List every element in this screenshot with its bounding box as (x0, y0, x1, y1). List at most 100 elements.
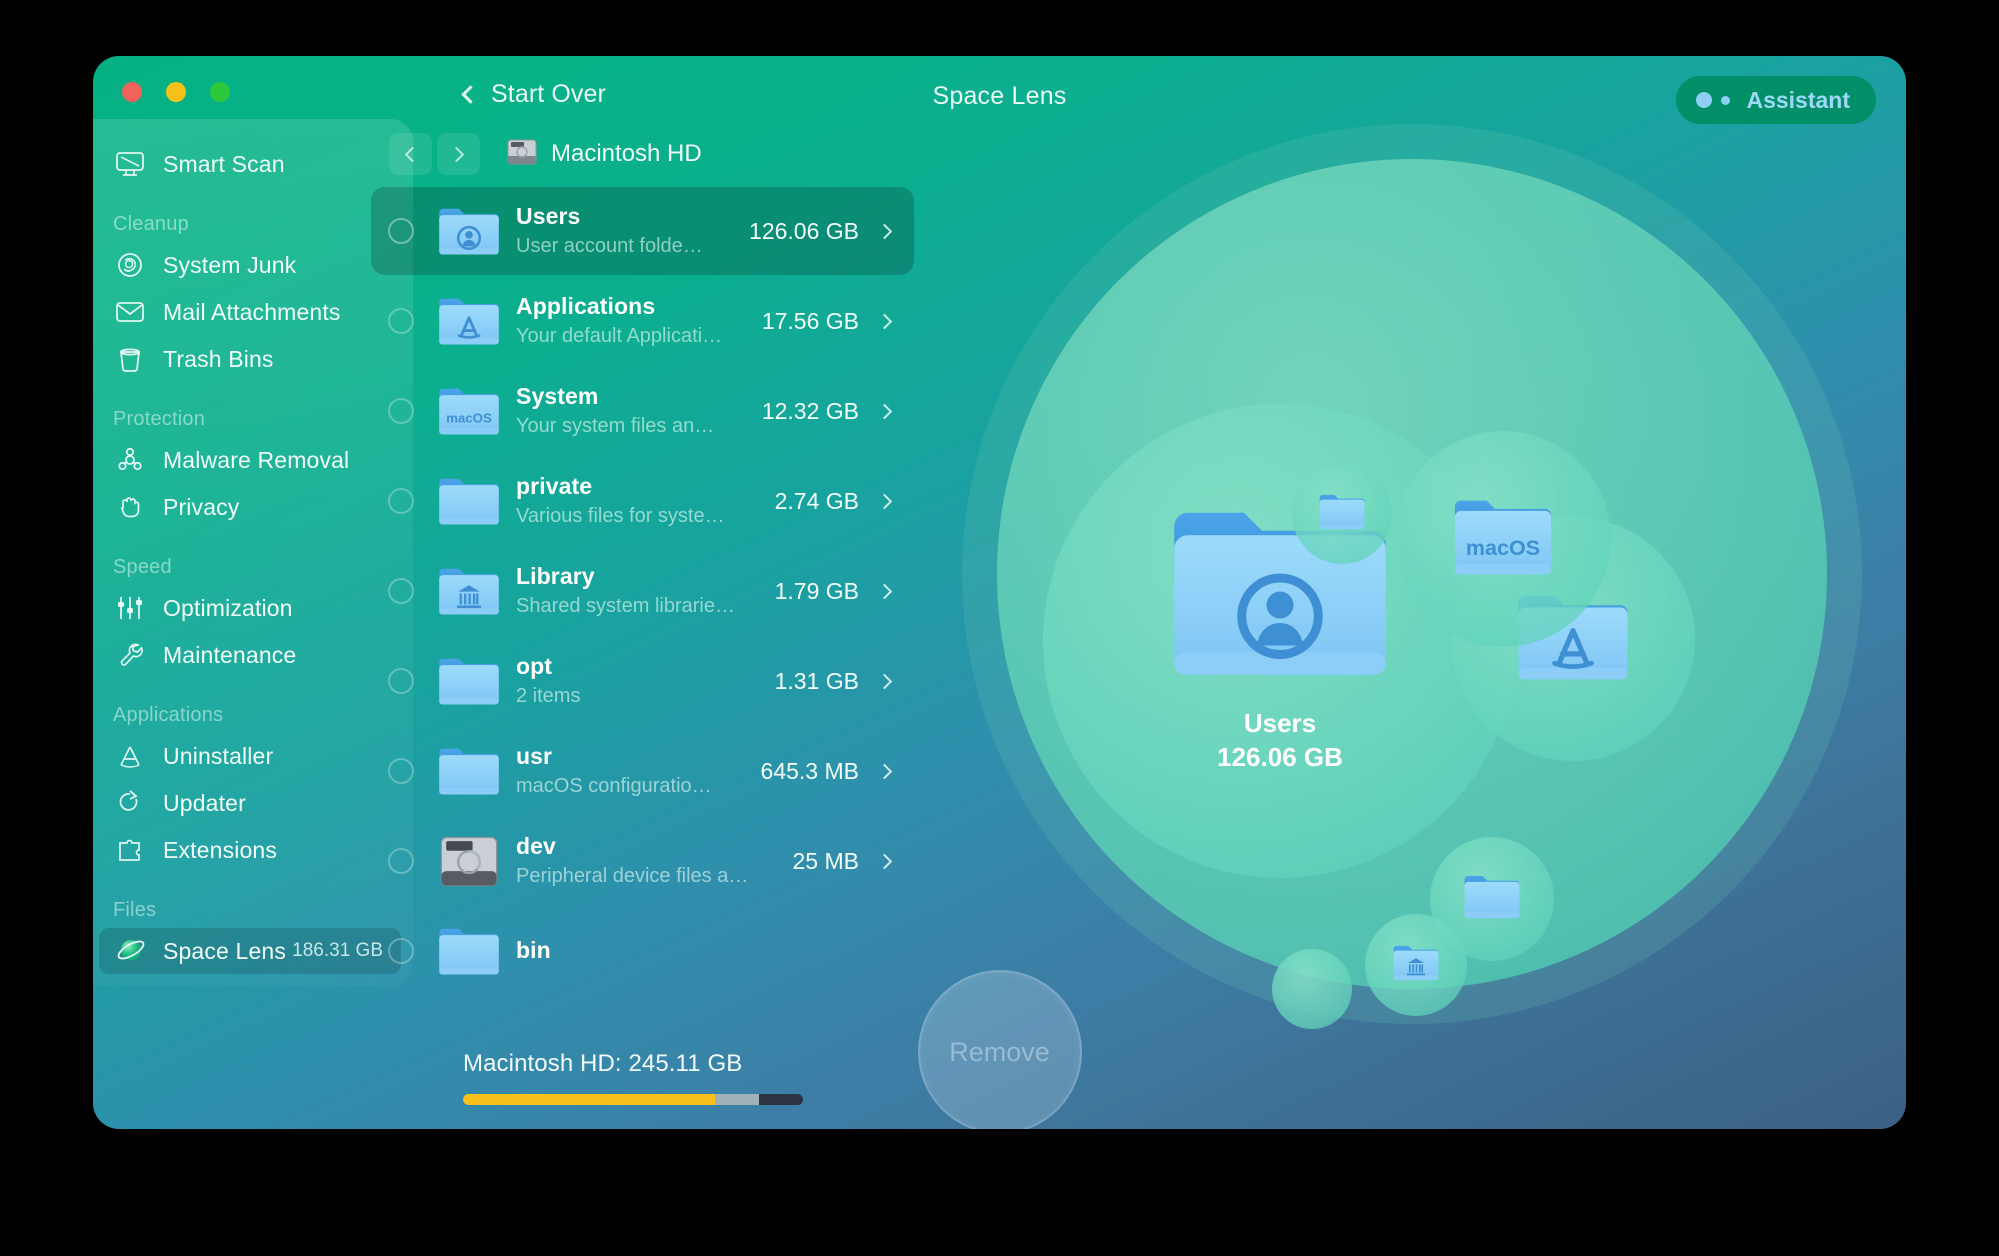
disk-usage-bar (463, 1094, 803, 1105)
appstore-icon (113, 741, 147, 771)
space-lens-bubble-chart: Users 126.06 GB macOS (919, 56, 1906, 1069)
chevron-right-icon[interactable] (876, 493, 893, 509)
start-over-button[interactable]: Start Over (461, 80, 606, 109)
row-select-radio[interactable] (388, 848, 414, 874)
disk-usage-other-segment (714, 1094, 759, 1105)
puzzle-icon (113, 835, 147, 865)
chevron-left-icon (404, 146, 421, 162)
bubble-opt[interactable] (1292, 464, 1392, 564)
folder-row-opt[interactable]: opt 2 items 1.31 GB (371, 637, 914, 725)
sidebar-item-large-old-files[interactable]: Large & Old Files (99, 975, 401, 987)
sidebar-item-maintenance[interactable]: Maintenance (99, 632, 401, 678)
sidebar-item-label: Extensions (163, 836, 278, 863)
row-select-radio[interactable] (388, 488, 414, 514)
hard-disk-icon (436, 835, 502, 888)
row-description: Various files for syste… (516, 504, 725, 527)
folder-row-private[interactable]: private Various files for syste… 2.74 GB (371, 457, 914, 545)
screenshot-root: Start Over Space Lens Assistant Smart Sc… (0, 0, 1999, 1256)
chevron-right-icon[interactable] (876, 403, 893, 419)
hard-disk-icon (507, 139, 537, 170)
sidebar-item-privacy[interactable]: Privacy (99, 484, 401, 530)
bubble-label-name: Users (1243, 708, 1317, 739)
chevron-right-icon[interactable] (876, 313, 893, 329)
chevron-right-icon[interactable] (876, 583, 893, 599)
folder-row-library[interactable]: Library Shared system librarie… 1.79 GB (371, 547, 914, 635)
planet-icon (113, 936, 147, 966)
chevron-right-icon[interactable] (876, 223, 893, 239)
sidebar-item-trash-bins[interactable]: Trash Bins (99, 336, 401, 382)
folder-user-icon (436, 205, 502, 257)
row-text: System Your system files an… (516, 382, 762, 440)
sidebar-item-label: Mail Attachments (163, 298, 341, 325)
row-name: opt (516, 653, 553, 680)
app-window: Start Over Space Lens Assistant Smart Sc… (93, 56, 1906, 1129)
folder-plain-icon (436, 475, 502, 527)
sidebar-item-label: Trash Bins (163, 345, 274, 372)
sliders-icon (113, 593, 147, 623)
sidebar-item-extensions[interactable]: Extensions (99, 827, 401, 873)
row-description: 2 items (516, 684, 581, 707)
sidebar-item-label: Space Lens (163, 937, 286, 964)
row-description: User account folde… (516, 234, 703, 257)
row-select-radio[interactable] (388, 308, 414, 334)
row-select-radio[interactable] (388, 398, 414, 424)
folder-row-usr[interactable]: usr macOS configuratio… 645.3 MB (371, 727, 914, 815)
minimize-button[interactable] (166, 82, 186, 102)
disk-usage-footer: Macintosh HD: 245.11 GB (463, 1050, 803, 1105)
folder-row-users[interactable]: Users User account folde… 126.06 GB (371, 187, 914, 275)
folder-row-bin[interactable]: bin (371, 907, 914, 995)
folder-row-applications[interactable]: Applications Your default Applicati… 17.56… (371, 277, 914, 365)
chevron-right-icon[interactable] (876, 763, 893, 779)
sidebar-item-updater[interactable]: Updater (99, 780, 401, 826)
row-text: Users User account folde… (516, 202, 749, 260)
row-select-radio[interactable] (388, 758, 414, 784)
close-button[interactable] (122, 82, 142, 102)
row-select-radio[interactable] (388, 218, 414, 244)
row-size: 126.06 GB (749, 217, 859, 244)
row-select-radio[interactable] (388, 938, 414, 964)
row-name: Library (516, 563, 595, 590)
row-size: 1.79 GB (774, 577, 859, 604)
bubble-library[interactable] (1365, 914, 1467, 1016)
sidebar-item-optimization[interactable]: Optimization (99, 585, 401, 631)
sidebar-item-uninstaller[interactable]: Uninstaller (99, 733, 401, 779)
row-text: Library Shared system librarie… (516, 562, 775, 620)
row-size: 645.3 MB (760, 757, 859, 784)
sidebar-item-label: System Junk (163, 251, 297, 278)
sidebar: Smart Scan Cleanup System Junk Mail Attachm… (93, 119, 413, 986)
chevron-left-icon (461, 85, 480, 104)
sidebar-item-label: Optimization (163, 594, 293, 621)
start-over-label: Start Over (491, 80, 606, 108)
bubble-usr[interactable] (1272, 949, 1352, 1029)
row-select-radio[interactable] (388, 668, 414, 694)
breadcrumb: Macintosh HD (389, 131, 919, 177)
nav-forward-button[interactable] (437, 133, 480, 175)
chevron-right-icon (448, 146, 465, 162)
row-select-radio[interactable] (388, 578, 414, 604)
row-text: private Various files for syste… (516, 472, 775, 530)
row-text: Applications Your default Applicati… (516, 292, 762, 350)
nav-back-button[interactable] (389, 133, 432, 175)
row-size: 25 MB (792, 847, 859, 874)
chevron-right-icon[interactable] (876, 853, 893, 869)
folder-row-system[interactable]: macOS System Your system files an… 12.32 GB (371, 367, 914, 455)
zoom-button[interactable] (210, 82, 230, 102)
chevron-right-icon[interactable] (876, 673, 893, 689)
sidebar-item-smart-scan[interactable]: Smart Scan (99, 141, 401, 187)
row-text: opt 2 items (516, 652, 775, 710)
row-text: usr macOS configuratio… (516, 742, 761, 800)
mail-icon (113, 297, 147, 327)
sidebar-item-mail-attachments[interactable]: Mail Attachments (99, 289, 401, 335)
folder-library-icon (436, 565, 502, 617)
bubble-system[interactable]: macOS (1395, 431, 1611, 647)
folder-row-dev[interactable]: dev Peripheral device files a… 25 MB (371, 817, 914, 905)
sidebar-item-malware-removal[interactable]: Malware Removal (99, 437, 401, 483)
breadcrumb-disk-name: Macintosh HD (551, 140, 702, 167)
sidebar-item-system-junk[interactable]: System Junk (99, 242, 401, 288)
bubble-label-size: 126.06 GB (1217, 742, 1343, 773)
sidebar-item-label: Privacy (163, 493, 240, 520)
folder-plain-icon (436, 745, 502, 797)
sidebar-item-label: Updater (163, 789, 246, 816)
row-description: macOS configuratio… (516, 774, 712, 797)
sidebar-item-space-lens[interactable]: Space Lens 186.31 GB (99, 928, 401, 974)
